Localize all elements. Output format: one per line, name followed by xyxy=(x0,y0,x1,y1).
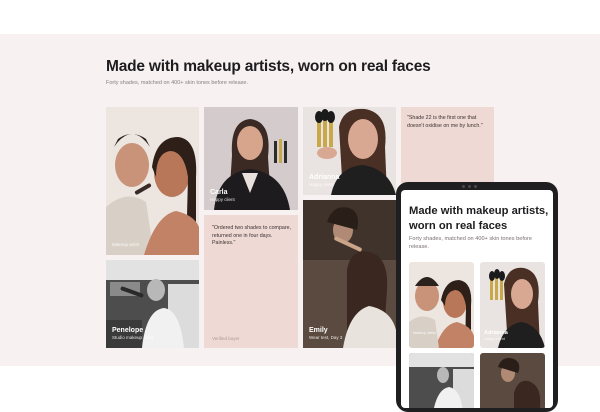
tile-caption: Makeup artist xyxy=(112,242,140,247)
quote-text: "Ordered two shades to compare, returned… xyxy=(212,225,292,247)
tablet-section-subtitle: Forty shades, matched on 400+ skin tones… xyxy=(409,236,532,251)
tile-caption: Emily Wear test, Day 3 xyxy=(309,327,343,340)
tablet-screen: Made with makeup artists, worn on real f… xyxy=(401,190,553,408)
tile-caption: Makeup artist xyxy=(413,331,436,335)
section-title: Made with makeup artists, worn on real f… xyxy=(106,58,431,75)
section-subtitle: Forty shades, matched on 400+ skin tones… xyxy=(106,80,249,86)
photo-tile-makeup-artist[interactable]: Makeup artist xyxy=(106,107,199,255)
photo-tile-penelope[interactable]: Penelope Studio makeup artist xyxy=(106,260,199,348)
camera-icon xyxy=(468,185,471,188)
quote-author: Verified buyer xyxy=(212,336,240,341)
tablet-section-title: Made with makeup artists, worn on real f… xyxy=(409,205,549,232)
quote-text: "Shade 22 is the first one that doesn't … xyxy=(407,115,483,129)
tile-caption: Penelope Studio makeup artist xyxy=(112,327,154,340)
photo-tile-emily[interactable]: Emily Wear test, Day 3 xyxy=(303,200,396,348)
makeup-artist-photo xyxy=(409,262,474,348)
tablet-photo-makeup-artist[interactable]: Makeup artist xyxy=(409,262,474,348)
tile-caption: Adrianna Happy client xyxy=(309,174,340,187)
camera-icon xyxy=(474,185,477,188)
tablet-photo-adrianna[interactable]: Adrianna Happy client xyxy=(480,262,545,348)
quote-card-shade: "Shade 22 is the first one that doesn't … xyxy=(401,107,494,183)
quote-card-verified-buyer: "Ordered two shades to compare, returned… xyxy=(204,215,298,348)
photo-tile-carla[interactable]: Carla Happy client xyxy=(204,107,298,210)
tile-caption: Carla Happy client xyxy=(210,189,235,202)
emily-photo xyxy=(303,200,396,348)
photo-tile-adrianna[interactable]: Adrianna Happy client xyxy=(303,107,396,195)
camera-icon xyxy=(462,185,465,188)
tile-caption: Adrianna Happy client xyxy=(484,330,508,341)
tablet-mockup: Made with makeup artists, worn on real f… xyxy=(396,182,558,412)
makeup-artist-photo xyxy=(106,107,199,255)
